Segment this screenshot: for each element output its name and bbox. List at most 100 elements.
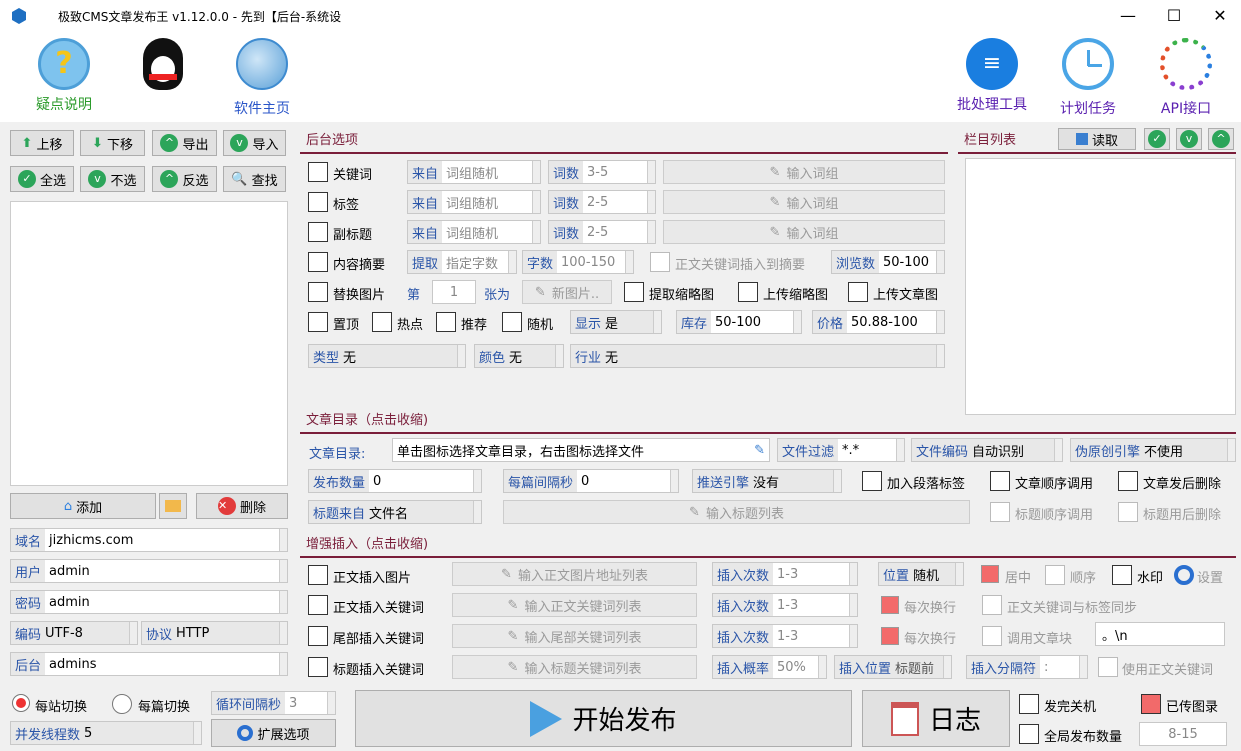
protocol-select[interactable]: 协议 HTTP <box>141 621 288 645</box>
recommend-checkbox[interactable] <box>436 312 456 332</box>
tag-checkbox[interactable] <box>308 192 328 212</box>
insert-keyword-checkbox[interactable] <box>308 595 328 615</box>
title-delete-checkbox[interactable] <box>1118 502 1138 522</box>
password-field[interactable]: 密码 admin <box>10 590 288 614</box>
color-select[interactable]: 颜色无 <box>474 344 564 368</box>
column-action-1[interactable]: ✓ <box>1144 128 1170 150</box>
shutdown-checkbox[interactable] <box>1019 694 1039 714</box>
tail-keyword-checkbox[interactable] <box>308 626 328 646</box>
subtitle-count-field[interactable]: 词数 2-5 <box>548 220 656 244</box>
read-button[interactable]: 读取 <box>1058 128 1136 150</box>
order-call-checkbox[interactable] <box>990 471 1010 491</box>
use-keyword-checkbox[interactable] <box>1098 657 1118 677</box>
position-select[interactable]: 位置 随机 <box>878 562 964 586</box>
per-article-radio[interactable] <box>112 694 132 714</box>
column-action-3[interactable]: ^ <box>1208 128 1234 150</box>
select-all-button[interactable]: ✓ 全选 <box>10 166 74 192</box>
global-count-input[interactable]: 8-15 <box>1139 722 1227 746</box>
file-filter-field[interactable]: 文件过滤 *.* <box>777 438 905 462</box>
help-tool[interactable]: ? 疑点说明 <box>24 38 104 114</box>
upload-thumb-checkbox[interactable] <box>738 282 758 302</box>
title-kw-list-input[interactable]: ✎ 输入标题关键词列表 <box>452 655 697 679</box>
close-button[interactable]: ✕ <box>1197 2 1241 30</box>
uploaded-checkbox[interactable] <box>1141 694 1161 714</box>
title-keyword-checkbox[interactable] <box>308 657 328 677</box>
publish-count-field[interactable]: 发布数量 0 <box>308 469 482 493</box>
call-block-checkbox[interactable] <box>982 626 1002 646</box>
keyword-words-input[interactable]: ✎ 输入词组 <box>663 160 945 184</box>
folder-button[interactable] <box>159 493 187 519</box>
log-button[interactable]: 日志 <box>862 690 1010 747</box>
select-none-button[interactable]: v 不选 <box>80 166 145 192</box>
schedule-tool[interactable]: 计划任务 <box>1052 38 1124 118</box>
catalog-dir-input[interactable]: 单击图标选择文章目录，右击图标选择文件 ✎ <box>392 438 770 462</box>
insert-times-1[interactable]: 插入次数 1-3 <box>712 562 858 586</box>
center-checkbox[interactable] <box>981 565 999 583</box>
keyword-source-select[interactable]: 来自 词组随机 <box>407 160 541 184</box>
tail-list-input[interactable]: ✎ 输入尾部关键词列表 <box>452 624 697 648</box>
keyword-checkbox[interactable] <box>308 162 328 182</box>
tag-words-input[interactable]: ✎ 输入词组 <box>663 190 945 214</box>
delete-button[interactable]: ✕ 删除 <box>196 493 288 519</box>
extract-select[interactable]: 提取 指定字数 <box>407 250 517 274</box>
top-checkbox[interactable] <box>308 312 328 332</box>
tag-source-select[interactable]: 来自 词组随机 <box>407 190 541 214</box>
chars-field[interactable]: 字数 100-150 <box>522 250 634 274</box>
global-count-checkbox[interactable] <box>1019 724 1039 744</box>
threads-select[interactable]: 并发线程数 5 <box>10 721 202 745</box>
title-order-checkbox[interactable] <box>990 502 1010 522</box>
extend-options-button[interactable]: 扩展选项 <box>211 719 336 747</box>
site-list[interactable] <box>10 201 288 486</box>
encoding-select[interactable]: 编码 UTF-8 <box>10 621 138 645</box>
each-line-checkbox-2[interactable] <box>881 627 899 645</box>
import-button[interactable]: v 导入 <box>223 130 286 156</box>
order-checkbox[interactable] <box>1045 565 1065 585</box>
move-down-button[interactable]: ⬇ 下移 <box>80 130 145 156</box>
minimize-button[interactable]: — <box>1105 2 1151 30</box>
insert-summary-checkbox[interactable] <box>650 252 670 272</box>
export-button[interactable]: ^ 导出 <box>152 130 217 156</box>
move-up-button[interactable]: ⬆ 上移 <box>10 130 74 156</box>
invert-button[interactable]: ^ 反选 <box>152 166 217 192</box>
column-list[interactable] <box>965 158 1236 415</box>
random-checkbox[interactable] <box>502 312 522 332</box>
user-field[interactable]: 用户 admin <box>10 559 288 583</box>
push-engine-select[interactable]: 推送引擎 没有 <box>692 469 842 493</box>
new-image-button[interactable]: ✎ 新图片.. <box>522 280 612 304</box>
loop-interval-field[interactable]: 循环间隔秒 3 <box>211 691 336 715</box>
insert-position-select[interactable]: 插入位置 标题前 <box>834 655 952 679</box>
keyword-list-input[interactable]: ✎ 输入正文关键词列表 <box>452 593 697 617</box>
upload-image-checkbox[interactable] <box>848 282 868 302</box>
insert-times-3[interactable]: 插入次数 1-3 <box>712 624 858 648</box>
insert-probability[interactable]: 插入概率 50% <box>712 655 827 679</box>
nth-input[interactable]: 1 <box>432 280 476 304</box>
price-field[interactable]: 价格 50.88-100 <box>812 310 945 334</box>
homepage-tool[interactable]: 软件主页 <box>222 38 302 118</box>
image-list-input[interactable]: ✎ 输入正文图片地址列表 <box>452 562 697 586</box>
replace-image-checkbox[interactable] <box>308 282 328 302</box>
watermark-checkbox[interactable] <box>1112 565 1132 585</box>
summary-checkbox[interactable] <box>308 252 328 272</box>
tag-count-field[interactable]: 词数 2-5 <box>548 190 656 214</box>
show-select[interactable]: 显示是 <box>570 310 662 334</box>
batch-tool[interactable]: ≡ 批处理工具 <box>950 38 1034 114</box>
type-select[interactable]: 类型无 <box>308 344 466 368</box>
add-paragraph-checkbox[interactable] <box>862 471 882 491</box>
backend-field[interactable]: 后台 admins <box>10 652 288 676</box>
subtitle-words-input[interactable]: ✎ 输入词组 <box>663 220 945 244</box>
interval-field[interactable]: 每篇间隔秒 0 <box>503 469 679 493</box>
column-action-2[interactable]: v <box>1176 128 1202 150</box>
industry-select[interactable]: 行业无 <box>570 344 945 368</box>
title-list-input[interactable]: ✎ 输入标题列表 <box>503 500 970 524</box>
subtitle-source-select[interactable]: 来自 词组随机 <box>407 220 541 244</box>
title-source-select[interactable]: 标题来自 文件名 <box>308 500 482 524</box>
gear-icon[interactable] <box>1174 565 1194 585</box>
insert-image-checkbox[interactable] <box>308 565 328 585</box>
hot-checkbox[interactable] <box>372 312 392 332</box>
qq-tool[interactable] <box>138 38 188 94</box>
subtitle-checkbox[interactable] <box>308 222 328 242</box>
extract-thumb-checkbox[interactable] <box>624 282 644 302</box>
file-encoding-select[interactable]: 文件编码 自动识别 <box>911 438 1063 462</box>
delete-after-checkbox[interactable] <box>1118 471 1138 491</box>
each-line-checkbox-1[interactable] <box>881 596 899 614</box>
